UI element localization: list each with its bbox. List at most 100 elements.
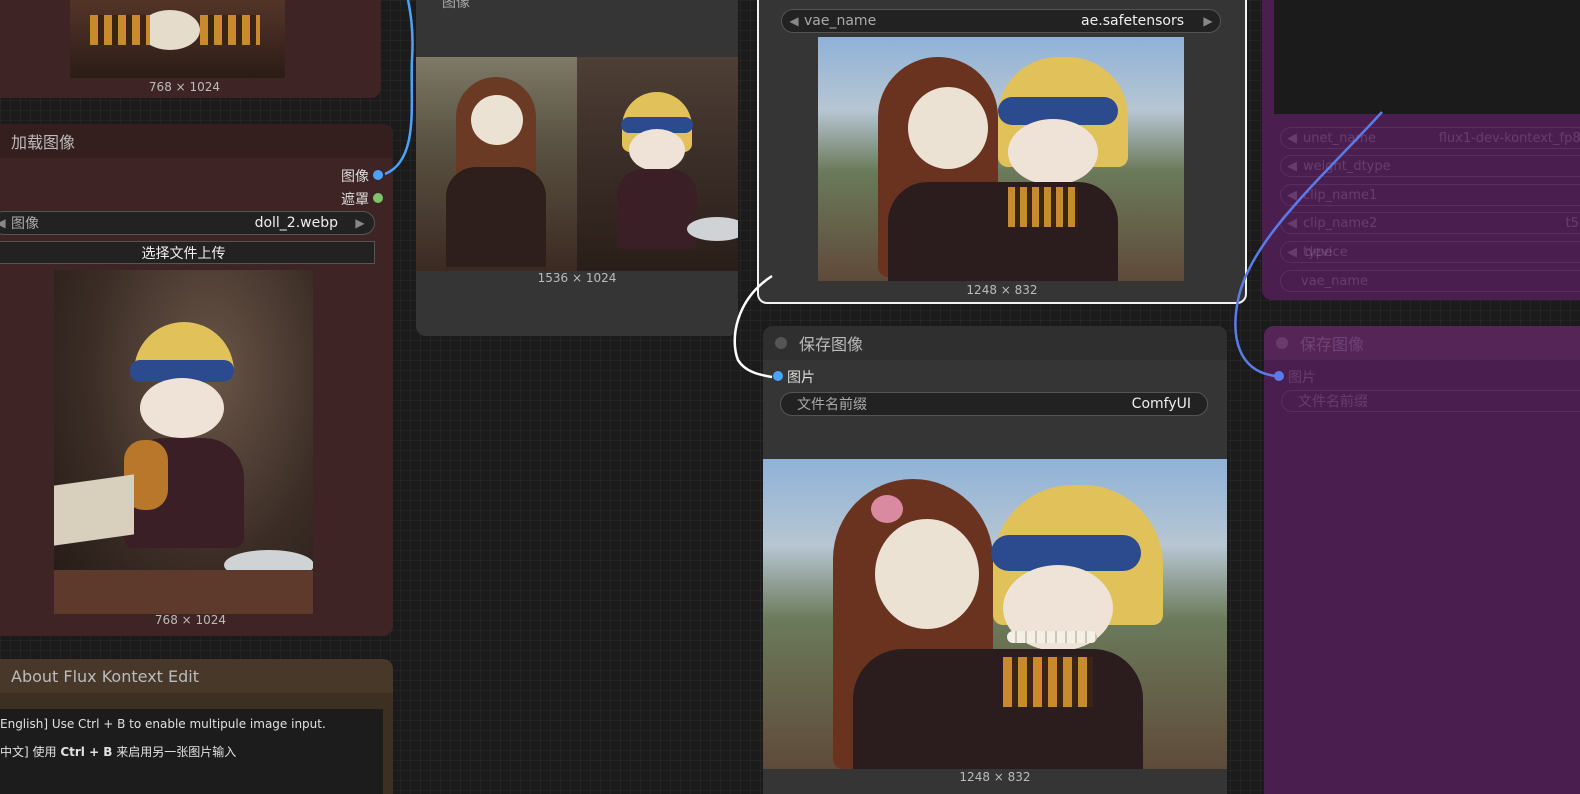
arrow-left-icon[interactable]: ◀ — [786, 14, 802, 28]
node-title-bar[interactable]: 保存图像 — [763, 326, 1227, 360]
widget-label: clip_name2 — [1303, 215, 1378, 231]
image-stitch-node[interactable]: 图像 1536 × 1024 — [416, 0, 738, 336]
pearl-necklace — [1007, 631, 1097, 643]
partial-input-label: 图像 — [442, 0, 470, 11]
node-title: About Flux Kontext Edit — [11, 666, 200, 686]
node-title: 加载图像 — [11, 133, 76, 152]
doll-face-left — [875, 519, 979, 629]
collapse-dot-icon[interactable] — [1276, 337, 1288, 349]
widget-label: weight_dtype — [1303, 158, 1391, 174]
widget-label: vae_name — [804, 13, 877, 29]
image-size-caption: 768 × 1024 — [154, 613, 227, 627]
widget-row-vae-name[interactable]: vae_name — [1280, 270, 1580, 292]
striped-sleeve — [1008, 187, 1078, 227]
doll-bodies — [888, 182, 1118, 281]
open-book — [54, 474, 134, 546]
vae-decode-preview-node[interactable]: ◀ vae_name ae.safetensors ▶ 1248 × 832 — [757, 0, 1247, 304]
arrow-left-icon[interactable]: ◀ — [1287, 245, 1297, 260]
node-title: 保存图像 — [799, 335, 864, 354]
image-size-caption: 1248 × 832 — [959, 770, 1031, 784]
collapse-dot-icon[interactable] — [775, 337, 787, 349]
saved-image-preview — [763, 459, 1227, 769]
widget-row-unet-name[interactable]: ◀ unet_name flux1-dev-kontext_fp8_sca — [1280, 127, 1580, 149]
input-image-port[interactable] — [773, 371, 783, 381]
input-image-label: 图片 — [787, 370, 815, 386]
output-mask-label: 遮罩 — [341, 192, 369, 208]
doll-face — [629, 129, 685, 171]
arrow-left-icon[interactable]: ◀ — [1287, 131, 1297, 146]
output-mask-port[interactable] — [373, 193, 383, 203]
upload-button[interactable]: 选择文件上传 — [0, 241, 375, 264]
save-image-node[interactable]: 保存图像 图片 文件名前缀 ComfyUI 1248 × 832 — [763, 326, 1227, 794]
output-image-port[interactable] — [373, 170, 383, 180]
note-line-prefix: 中文] 使用 — [0, 745, 61, 759]
image-combo-widget[interactable]: ◀ 图像 doll_2.webp ▶ — [0, 211, 375, 235]
striped-sleeve-right — [200, 15, 260, 45]
input-image-port[interactable] — [1274, 371, 1284, 381]
about-note-node[interactable]: About Flux Kontext Edit English] Use Ctr… — [0, 659, 393, 794]
macaron-plate — [687, 217, 738, 241]
widget-value: doll_2.webp — [254, 215, 338, 231]
note-line-english: English] Use Ctrl + B to enable multipul… — [0, 717, 326, 731]
doll-face-right — [1008, 119, 1098, 185]
preview-node-top[interactable]: 768 × 1024 — [0, 0, 381, 98]
doll-thumbnail-top — [70, 0, 285, 78]
striped-sleeve-left — [90, 15, 150, 45]
widget-label-device: device — [1305, 244, 1348, 260]
filename-prefix-widget[interactable]: 文件名前缀 ComfyUI — [780, 392, 1208, 416]
node-title-bar[interactable]: About Flux Kontext Edit — [0, 659, 393, 693]
note-line-shortcut: Ctrl + B — [60, 745, 113, 759]
filename-prefix-widget[interactable]: 文件名前缀 — [1281, 390, 1580, 412]
node-title: 保存图像 — [1300, 335, 1365, 354]
widget-row-type-device[interactable]: ◀ type device — [1280, 241, 1580, 263]
vae-name-widget[interactable]: ◀ vae_name ae.safetensors ▶ — [781, 9, 1221, 33]
doll-body — [446, 167, 546, 267]
widget-value: t5xxl_f — [1565, 215, 1580, 231]
widget-label: 文件名前缀 — [1298, 394, 1368, 410]
note-text-area[interactable]: English] Use Ctrl + B to enable multipul… — [0, 709, 383, 794]
note-line-suffix: 来启用另一张图片输入 — [112, 745, 237, 759]
widget-row-clip-name2[interactable]: ◀ clip_name2 t5xxl_f — [1280, 212, 1580, 234]
note-line-chinese: 中文] 使用 Ctrl + B 来启用另一张图片输入 — [0, 743, 383, 760]
bypassed-model-loader-node[interactable]: ◀ unet_name flux1-dev-kontext_fp8_sca ◀ … — [1262, 0, 1580, 300]
doll-face — [471, 95, 523, 145]
node-title-bar[interactable]: 保存图像 — [1264, 326, 1580, 360]
stitched-left-half — [416, 57, 577, 271]
stitched-right-half — [577, 57, 738, 271]
arrow-left-icon[interactable]: ◀ — [0, 216, 9, 230]
arrow-left-icon[interactable]: ◀ — [1287, 159, 1297, 174]
widget-row-weight-dtype[interactable]: ◀ weight_dtype — [1280, 155, 1580, 177]
loaded-image-preview — [54, 270, 313, 614]
stitched-image-preview — [416, 57, 738, 271]
doll-body — [617, 169, 697, 249]
widget-label: 图像 — [11, 216, 39, 232]
arrow-right-icon[interactable]: ▶ — [352, 216, 368, 230]
node-title-bar[interactable]: 加载图像 — [0, 124, 393, 158]
widget-value: flux1-dev-kontext_fp8_sca — [1438, 130, 1580, 146]
widget-label: clip_name1 — [1303, 187, 1378, 203]
arrow-left-icon[interactable]: ◀ — [1287, 216, 1297, 231]
input-image-label: 图片 — [1288, 370, 1316, 386]
widget-label: 文件名前缀 — [797, 397, 867, 413]
doll-face-left — [908, 87, 988, 169]
load-image-node[interactable]: 加载图像 图像 遮罩 ◀ 图像 doll_2.webp ▶ 选择文件上传 768… — [0, 124, 393, 636]
image-size-caption: 768 × 1024 — [148, 80, 221, 94]
bypassed-save-image-node[interactable]: 保存图像 图片 文件名前缀 — [1264, 326, 1580, 794]
widget-value: ae.safetensors — [1081, 13, 1184, 29]
image-size-caption: 1248 × 832 — [966, 283, 1038, 297]
pink-flower — [871, 495, 903, 523]
edited-image-preview — [818, 37, 1184, 281]
doll-bodies — [853, 649, 1143, 769]
image-size-caption: 1536 × 1024 — [537, 271, 617, 285]
striped-sleeve — [1003, 657, 1093, 707]
arrow-left-icon[interactable]: ◀ — [1287, 188, 1297, 203]
widget-value: ComfyUI — [1131, 396, 1191, 412]
doll-face — [140, 378, 224, 438]
loader-dark-header-area — [1274, 0, 1580, 114]
widget-label: unet_name — [1303, 130, 1376, 146]
table-surface — [54, 570, 313, 614]
output-image-label: 图像 — [341, 169, 369, 185]
arrow-right-icon[interactable]: ▶ — [1200, 14, 1216, 28]
widget-label: vae_name — [1301, 273, 1369, 289]
widget-row-clip-name1[interactable]: ◀ clip_name1 cl — [1280, 184, 1580, 206]
